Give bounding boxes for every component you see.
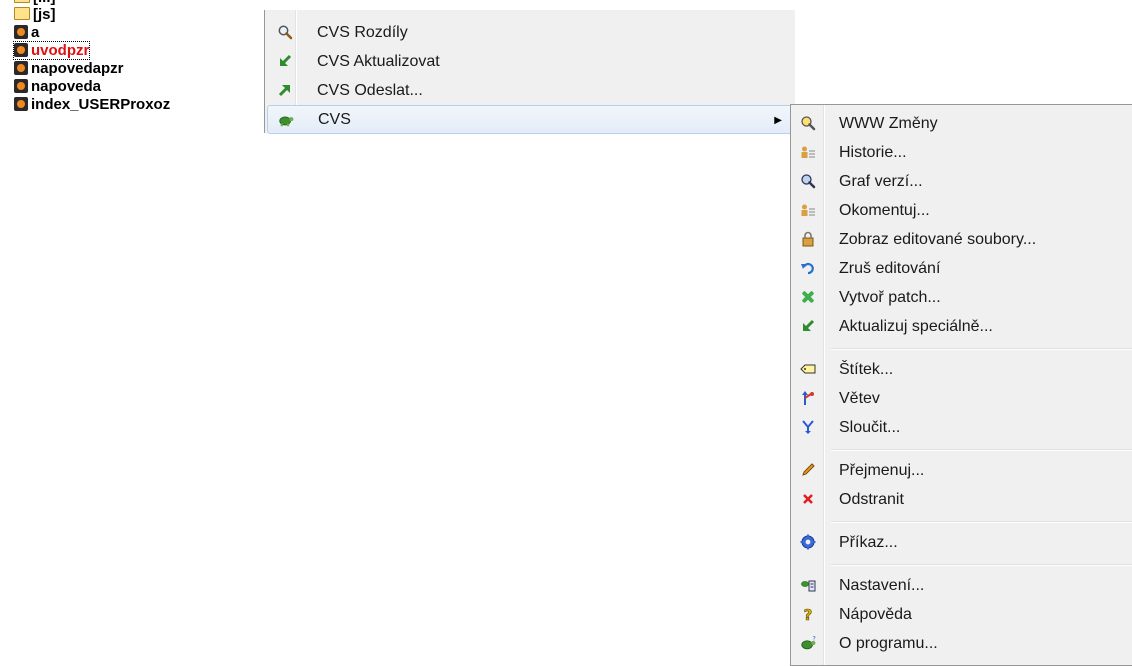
menu-item-cvs[interactable]: CVS ▶ [267,105,793,134]
menu-item-revision-graph[interactable]: Graf verzí... [793,167,1131,196]
menu-item-history[interactable]: Historie... [793,138,1131,167]
menu-item-label: Nastavení... [839,577,925,594]
menu-item-label: Sloučit... [839,419,901,436]
document-icon [14,97,28,111]
menu-item-cvs-diff[interactable]: CVS Rozdíly [267,18,793,47]
menu-item-branch[interactable]: Větev [793,384,1131,413]
file-item[interactable]: napoveda [14,78,101,95]
cvs-submenu: WWW Změny Historie... Graf verzí... Okom… [790,104,1132,666]
history-icon [800,144,816,160]
arrow-down-left-icon [277,53,293,69]
menu-separator [831,564,1132,566]
lock-edit-icon [800,231,816,247]
menu-item-remove[interactable]: Odstranit [793,485,1131,514]
menu-item-label: Nápověda [839,606,912,623]
menu-item-label: Vytvoř patch... [839,289,941,306]
menu-item-label: Historie... [839,144,907,161]
gear-icon [800,534,816,550]
graph-magnifier-icon [800,173,816,189]
about-turtle-icon: ? [800,635,816,651]
patch-icon [800,289,816,305]
menu-item-label: Aktualizuj speciálně... [839,318,993,335]
pencil-icon [800,462,816,478]
menu-item-unedit[interactable]: Zruš editování [793,254,1131,283]
folder-icon [14,7,30,20]
menu-item-label: WWW Změny [839,115,938,132]
undo-icon [800,260,816,276]
menu-item-www-changes[interactable]: WWW Změny [793,109,1131,138]
context-menu: CVS Rozdíly CVS Aktualizovat CVS Odeslat… [264,10,795,134]
menu-item-label: Zobraz editované soubory... [839,231,1037,248]
document-icon [14,43,28,57]
menu-item-help[interactable]: ? Nápověda [793,600,1131,629]
menu-item-label: Okomentuj... [839,202,930,219]
arrow-up-right-icon [277,82,293,98]
document-icon [14,25,28,39]
menu-item-label: Odstranit [839,491,904,508]
menu-item-settings[interactable]: Nastavení... [793,571,1131,600]
menu-item-tag[interactable]: Štítek... [793,355,1131,384]
arrow-down-left-icon [800,318,816,334]
menu-item-show-edited[interactable]: Zobraz editované soubory... [793,225,1131,254]
merge-icon [800,419,816,435]
menu-item-label: Graf verzí... [839,173,923,190]
file-item[interactable]: index_USERProxoz [14,96,170,113]
document-icon [14,79,28,93]
menu-item-merge[interactable]: Sloučit... [793,413,1131,442]
file-item-selected[interactable]: uvodpzr [12,41,91,60]
menu-item-label: CVS Rozdíly [317,24,408,41]
globe-magnifier-icon [800,115,816,131]
menu-item-label: Přejmenuj... [839,462,925,479]
menu-separator [831,348,1132,350]
menu-item-command[interactable]: Příkaz... [793,528,1131,557]
menu-separator [831,449,1132,451]
file-item[interactable]: napovedapzr [14,60,124,77]
menu-separator [831,521,1132,523]
annotate-icon [800,202,816,218]
document-icon [14,61,28,75]
menu-item-label: CVS [318,111,351,128]
menu-item-cvs-commit[interactable]: CVS Odeslat... [267,76,793,105]
submenu-arrow-icon: ▶ [774,115,782,126]
file-item[interactable]: [js] [14,6,56,23]
menu-item-label: Příkaz... [839,534,898,551]
magnifier-icon [277,24,293,40]
menu-item-label: CVS Aktualizovat [317,53,440,70]
svg-text:?: ? [812,635,815,642]
menu-item-annotate[interactable]: Okomentuj... [793,196,1131,225]
help-icon: ? [800,606,816,622]
branch-icon [800,390,816,406]
menu-item-update-special[interactable]: Aktualizuj speciálně... [793,312,1131,341]
menu-item-label: Větev [839,390,880,407]
file-item[interactable]: a [14,24,39,41]
delete-x-icon [800,491,816,507]
menu-item-label: CVS Odeslat... [317,82,423,99]
menu-item-label: Zruš editování [839,260,941,277]
menu-item-create-patch[interactable]: Vytvoř patch... [793,283,1131,312]
menu-item-label: Štítek... [839,361,894,378]
file-list: [...] [js] a uvodpzr napovedapzr napoved… [0,0,262,133]
menu-item-rename[interactable]: Přejmenuj... [793,456,1131,485]
menu-item-cvs-update[interactable]: CVS Aktualizovat [267,47,793,76]
svg-text:?: ? [804,606,813,622]
turtle-icon [278,112,294,128]
tag-icon [800,361,816,377]
settings-icon [800,577,816,593]
folder-icon [14,0,30,3]
